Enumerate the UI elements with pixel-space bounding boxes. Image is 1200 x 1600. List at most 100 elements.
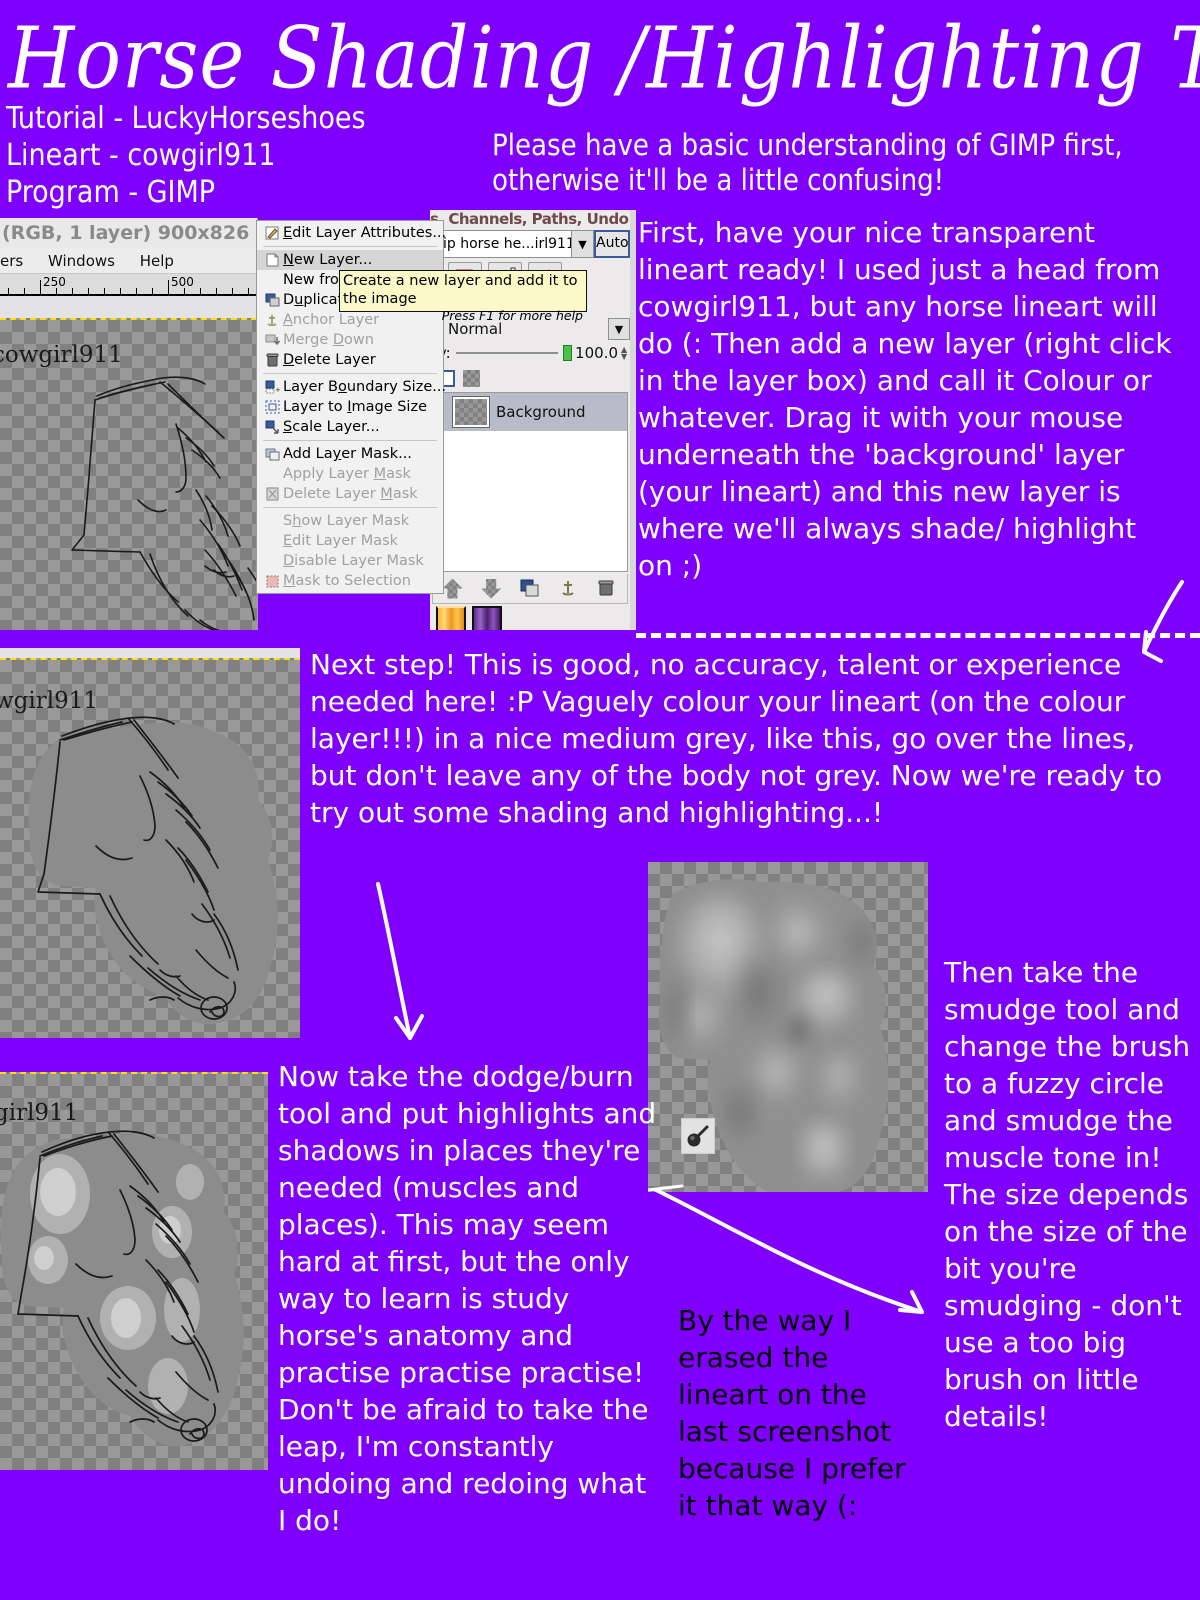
- anchor-icon[interactable]: [559, 579, 579, 599]
- menu-item-edit-layer-mask: Edit Layer Mask: [257, 531, 443, 551]
- menu-item-label: Apply Layer Mask: [283, 466, 411, 482]
- step-3-text: Now take the dodge/burn tool and put hig…: [278, 1060, 657, 1537]
- layer-row-background[interactable]: Background: [433, 393, 627, 431]
- raise-layer-icon[interactable]: [481, 578, 502, 599]
- menu-separator: [263, 373, 437, 374]
- menu-item-windows[interactable]: Windows: [48, 252, 115, 270]
- menu-item-label: Mask to Selection: [283, 573, 411, 589]
- screenshot-grey-fill: wgirl911: [0, 648, 300, 1038]
- menu-item-disable-layer-mask: Disable Layer Mask: [257, 551, 443, 571]
- trash-icon[interactable]: [598, 579, 618, 599]
- mode-chevron-down-icon[interactable]: ▼: [608, 318, 630, 340]
- tooltip-hint: Press F1 for more help: [441, 308, 583, 323]
- menu-item-help[interactable]: Help: [140, 252, 174, 270]
- menu-item-label: New Layer...: [283, 252, 373, 268]
- duplicate-layer-icon[interactable]: [520, 579, 540, 599]
- layer-name-label: Background: [496, 403, 586, 421]
- menu-item-label: Delete Layer Mask: [283, 486, 418, 502]
- tutorial-page: Horse Shading /Highlighting Tutorial Tut…: [0, 0, 1200, 1600]
- menu-item-merge-down: Merge Down: [257, 330, 443, 350]
- pencil-edit-icon: [261, 225, 283, 242]
- menu-item-label: Layer to Image Size: [283, 399, 427, 415]
- menu-item-label: Disable Layer Mask: [283, 553, 424, 569]
- trash-icon: [261, 352, 283, 369]
- chevron-down-icon[interactable]: ▼: [572, 230, 594, 258]
- ruler-label-500: 500: [171, 275, 194, 289]
- menu-item-add-layer-mask[interactable]: Add Layer Mask...: [257, 444, 443, 464]
- prerequisite-notice: Please have a basic understanding of GIM…: [492, 128, 1123, 197]
- menu-item-label: Delete Layer: [283, 352, 376, 368]
- duplicate-layer-icon: [261, 292, 283, 309]
- auto-button[interactable]: Auto: [594, 230, 630, 258]
- canvas-top-margin: [0, 296, 257, 318]
- menu-item-edit-layer-attributes[interactable]: Edit Layer Attributes...: [257, 223, 447, 243]
- dock-tab-labels[interactable]: s, Channels, Paths, Undo: [430, 210, 630, 226]
- svg-text:+: +: [275, 386, 280, 394]
- merge-down-icon: [261, 332, 283, 349]
- layer-actions-toolbar: [432, 574, 628, 604]
- menu-separator: [263, 246, 437, 247]
- menu-item-layers[interactable]: ers: [0, 252, 23, 270]
- menu-item-mask-to-selection: Mask to Selection: [257, 571, 443, 591]
- page-title: Horse Shading /Highlighting Tutorial: [8, 7, 1200, 108]
- menu-item-scale-layer[interactable]: Scale Layer...: [257, 417, 443, 437]
- horse-grey-fill-drawing: [28, 716, 278, 1025]
- menu-item-label: Add Layer Mask...: [283, 446, 412, 462]
- step-2-text: Next step! This is good, no accuracy, ta…: [310, 648, 1163, 829]
- layer-thumbnail: [452, 396, 490, 428]
- image-combo-value[interactable]: ip horse he...irl911.jpg-8: [438, 230, 572, 258]
- spinner-arrows-icon[interactable]: ▲ ▼: [621, 346, 630, 361]
- opacity-row: ty: 100.0 ▲▼: [432, 344, 630, 362]
- new-layer-icon[interactable]: [442, 578, 463, 599]
- lock-alpha-icon[interactable]: [463, 370, 480, 387]
- gimp-menubar[interactable]: ers Windows Help: [0, 248, 257, 274]
- menu-item-new-layer[interactable]: New Layer...: [257, 250, 443, 270]
- none: [261, 513, 283, 530]
- menu-item-label: Edit Layer Mask: [283, 533, 399, 549]
- credits-block: Tutorial - LuckyHorseshoes Lineart - cow…: [6, 101, 366, 210]
- section-divider: [636, 633, 1200, 638]
- new-layer-icon: [261, 252, 283, 269]
- layer-boundary-icon: +: [261, 379, 283, 396]
- step-4-text: Then take the smudge tool and change the…: [944, 956, 1191, 1433]
- add-mask-icon: [261, 446, 283, 463]
- image-selector-bar: ip horse he...irl911.jpg-8 ▼ Auto: [438, 230, 630, 258]
- opacity-value[interactable]: 100.0: [575, 344, 618, 362]
- layer-list[interactable]: Background: [432, 392, 628, 572]
- tooltip-text: Create a new layer and add it to the ima…: [343, 273, 578, 307]
- menu-item-layer-to-image-size[interactable]: Layer to Image Size: [257, 397, 443, 417]
- menu-item-label: Edit Layer Attributes...: [283, 225, 447, 241]
- gimp-canvas-window-screenshot: (RGB, 1 layer) 900x826 - GIM ers Windows…: [0, 218, 258, 630]
- none: [261, 533, 283, 550]
- scale-layer-icon: [261, 419, 283, 436]
- menu-item-label: Show Layer Mask: [283, 513, 410, 529]
- smudge-tool-icon[interactable]: [681, 1118, 715, 1154]
- note-erased-lineart: By the way I erased the lineart on the l…: [678, 1304, 906, 1522]
- opacity-slider-track[interactable]: [455, 352, 559, 354]
- swatch-orange[interactable]: [436, 606, 466, 630]
- grey-fill-canvas: wgirl911: [0, 658, 300, 1038]
- arrow-step2-to-step3: [376, 882, 424, 1040]
- menu-item-label: Layer Boundary Size...: [283, 379, 447, 395]
- anchor-icon: [261, 312, 283, 329]
- menu-item-delete-layer[interactable]: Delete Layer: [257, 350, 443, 370]
- menu-tooltip: Create a new layer and add it to the ima…: [339, 270, 587, 323]
- opacity-slider-handle[interactable]: [563, 345, 573, 361]
- menu-item-apply-layer-mask: Apply Layer Mask: [257, 464, 443, 484]
- menu-separator: [263, 440, 437, 441]
- menu-item-layer-boundary-size[interactable]: + Layer Boundary Size...: [257, 377, 447, 397]
- none: [261, 553, 283, 570]
- swatch-purple[interactable]: [472, 606, 502, 630]
- dodge-burn-canvas: girl911: [0, 1072, 268, 1470]
- horse-dodge-burn-drawing: [0, 1130, 244, 1447]
- step-1-text: First, have your nice transparent linear…: [638, 216, 1172, 582]
- gradient-swatches: [436, 606, 502, 630]
- menu-separator: [263, 507, 437, 508]
- image-canvas[interactable]: cowgirl911: [0, 318, 257, 630]
- horse-lineart-drawing: [71, 376, 257, 630]
- horizontal-ruler: 250 500: [0, 274, 257, 296]
- mask-to-selection-icon: [261, 573, 283, 590]
- menu-item-delete-layer-mask: Delete Layer Mask: [257, 484, 443, 504]
- layer-to-image-icon: [261, 399, 283, 416]
- gimp-window-titlebar: (RGB, 1 layer) 900x826 - GIM: [0, 218, 257, 248]
